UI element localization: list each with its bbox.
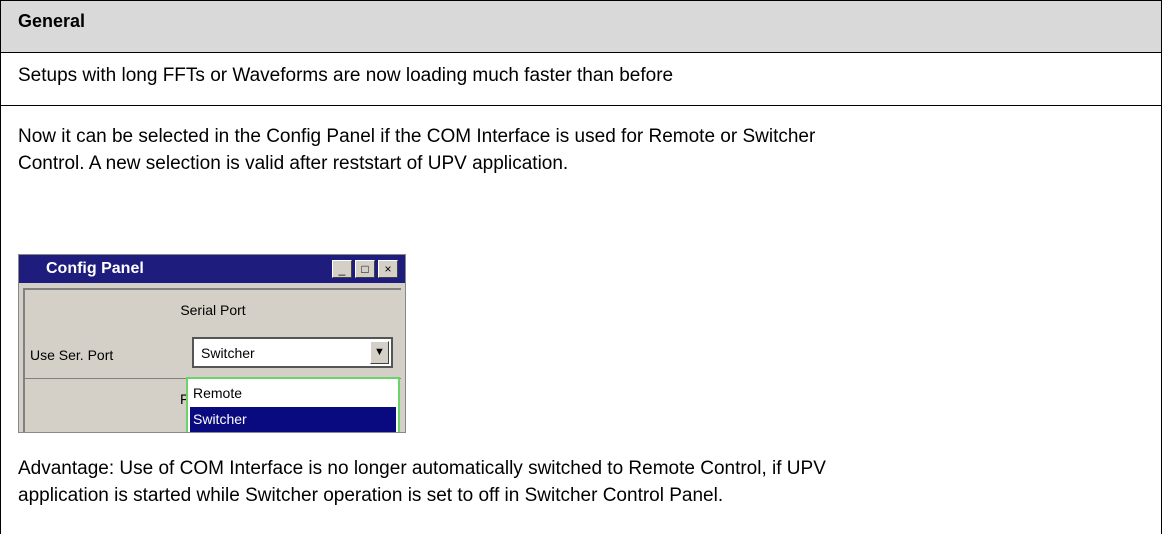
paragraph-line: Control. A new selection is valid after … bbox=[18, 153, 569, 174]
dropdown-list[interactable]: Remote Switcher bbox=[186, 377, 400, 432]
window-title: Config Panel bbox=[46, 260, 144, 277]
paragraph-line: Advantage: Use of COM Interface is no lo… bbox=[18, 458, 826, 479]
paragraph-line: Now it can be selected in the Config Pan… bbox=[18, 126, 816, 147]
window-titlebar: Config Panel _ □ × bbox=[19, 255, 405, 283]
select-value: Switcher bbox=[201, 345, 255, 361]
table-row: Setups with long FFTs or Waveforms are n… bbox=[1, 53, 1161, 106]
field-label: Use Ser. Port bbox=[30, 347, 114, 363]
panel-body: Serial Port Use Ser. Port Switcher ▼ F R… bbox=[23, 288, 401, 432]
row-text: Setups with long FFTs or Waveforms are n… bbox=[18, 65, 674, 86]
serial-port-select[interactable]: Switcher ▼ bbox=[192, 337, 393, 368]
section-title: Serial Port bbox=[180, 302, 246, 318]
chevron-down-icon[interactable]: ▼ bbox=[370, 341, 389, 364]
close-icon[interactable]: × bbox=[378, 260, 398, 278]
document-table: General Setups with long FFTs or Wavefor… bbox=[0, 0, 1162, 534]
maximize-icon[interactable]: □ bbox=[355, 260, 375, 278]
header-title: General bbox=[18, 11, 86, 31]
dropdown-option-switcher[interactable]: Switcher bbox=[190, 407, 396, 432]
table-header: General bbox=[1, 1, 1161, 53]
config-panel-window: Config Panel _ □ × Serial Port Use Ser. … bbox=[18, 254, 406, 433]
dropdown-option-remote[interactable]: Remote bbox=[190, 381, 396, 406]
paragraph-line: application is started while Switcher op… bbox=[18, 485, 724, 506]
minimize-icon[interactable]: _ bbox=[332, 260, 352, 278]
